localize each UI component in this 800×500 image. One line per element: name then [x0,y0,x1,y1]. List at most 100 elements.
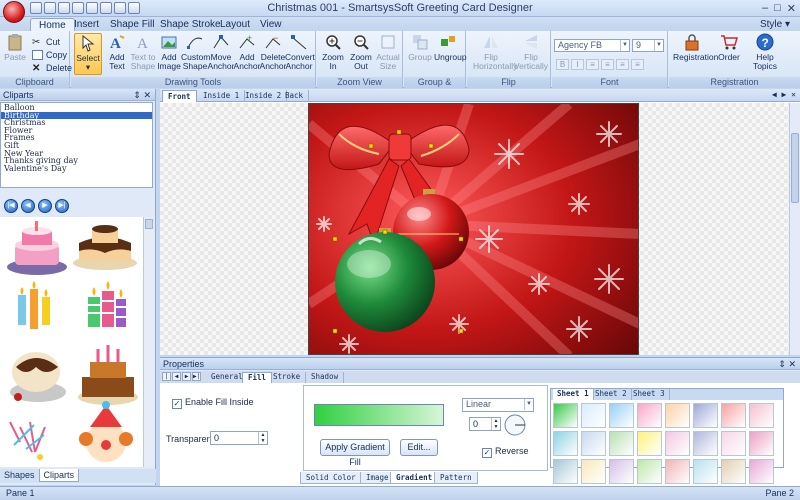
copy-button[interactable]: Copy [32,49,67,61]
tab-sheet-3[interactable]: Sheet 3 [629,389,670,400]
gradient-swatch[interactable] [721,459,746,484]
tab-cliparts[interactable]: Cliparts [38,469,80,482]
gradient-swatch[interactable] [581,403,606,428]
group-button[interactable]: Group [406,33,434,62]
delete-button[interactable]: ✕ Delete [32,62,72,74]
birthday-candles[interactable] [18,281,50,329]
move-anchor-button[interactable]: Move Anchor [207,33,235,71]
convert-anchor-button[interactable]: Convert Anchor [285,33,315,71]
greeting-card-canvas[interactable] [308,103,639,355]
align-left-button[interactable]: ≡ [586,59,599,70]
gradient-swatch[interactable] [721,403,746,428]
paste-button[interactable]: Paste [3,33,27,62]
select-button[interactable]: Select ▾ [74,33,102,75]
gradient-swatch[interactable] [553,403,578,428]
bold-button[interactable]: B [556,59,569,70]
order-button[interactable]: Order [715,33,743,62]
tab-inside-1[interactable]: Inside 1 [198,90,246,102]
gradient-swatch[interactable] [693,403,718,428]
tab-view[interactable]: View [252,18,290,32]
angle-dial[interactable] [504,414,526,436]
edit-gradient-button[interactable]: Edit... [400,439,438,456]
gradient-swatch[interactable] [665,459,690,484]
list-item[interactable]: Valentine's Day [1,164,152,173]
gradient-swatch[interactable] [749,459,774,484]
last-tab-icon[interactable]: ▶| [192,372,201,381]
canvas-vertical-scrollbar[interactable] [789,103,800,355]
gradient-swatch[interactable] [637,431,662,456]
align-center-button[interactable]: ≡ [601,59,614,70]
next-tab-icon[interactable]: ▶ [182,372,191,381]
zoom-out-button[interactable]: Zoom Out [347,33,375,71]
birthday-cake-pink[interactable] [7,221,67,275]
align-right-button[interactable]: ≡ [616,59,629,70]
gradient-swatch[interactable] [665,431,690,456]
style-menu[interactable]: Style ▾ [760,19,790,30]
apply-gradient-fill-button[interactable]: Apply Gradient Fill [320,439,390,467]
layered-cake-candles[interactable] [78,345,138,405]
gradient-swatch[interactable] [581,431,606,456]
zoom-in-button[interactable]: Zoom In [319,33,347,71]
tab-back[interactable]: Back [280,90,310,102]
help-topics-button[interactable]: ? Help Topics [747,33,783,71]
tab-gradient[interactable]: Gradient [390,472,439,484]
font-family-select[interactable]: Agency FB ▼ [554,39,630,52]
tab-pattern[interactable]: Pattern [434,472,478,484]
pin-close-icon[interactable]: ⇕ ✕ [133,89,151,101]
gradient-type-select[interactable]: Linear ▼ [462,398,534,412]
thumbnails-scrollbar[interactable] [143,217,154,467]
gradient-swatch[interactable] [637,403,662,428]
text-to-shape-button[interactable]: A Text to Shape [129,33,157,71]
tab-solid-color[interactable]: Solid Color [300,472,362,484]
gradient-swatch[interactable] [749,431,774,456]
add-image-button[interactable]: Add Image [155,33,183,71]
minimize-button[interactable]: – [762,2,768,15]
gradient-swatch[interactable] [721,431,746,456]
gradient-swatch[interactable] [609,431,634,456]
custom-shape-button[interactable]: Custom Shape [181,33,210,71]
gradient-swatch[interactable] [665,403,690,428]
tab-insert[interactable]: Insert [66,18,107,32]
gradient-swatch[interactable] [693,431,718,456]
tab-shapes[interactable]: Shapes [0,469,39,481]
justify-button[interactable]: ≡ [631,59,644,70]
previous-tab-icon[interactable]: ◀ [172,372,181,381]
flip-vertical-button[interactable]: Flip Vertically [513,33,549,71]
registration-button[interactable]: Registration [673,33,718,62]
close-icon[interactable]: ◀ ▶ ✕ [772,90,796,99]
colorful-confetti[interactable] [9,421,46,460]
add-text-button[interactable]: A Add Text [103,33,131,71]
add-anchor-button[interactable]: + Add Anchor [233,33,261,71]
spinner-icon[interactable]: ▲ ▼ [258,432,267,444]
italic-button[interactable]: I [571,59,584,70]
gradient-swatch[interactable] [553,431,578,456]
tab-stroke[interactable]: Stroke [268,372,307,383]
gradient-swatch[interactable] [749,403,774,428]
list-item[interactable]: Frames [1,134,152,142]
chocolate-cake-plate[interactable] [10,352,66,402]
tab-front[interactable]: Front [162,90,197,102]
pin-close-icon[interactable]: ⇕ ✕ [778,358,796,370]
tab-sheet-1[interactable]: Sheet 1 [553,389,594,400]
gradient-swatch[interactable] [609,403,634,428]
next-icon[interactable]: ▶ [38,199,52,213]
first-tab-icon[interactable]: |◀ [162,372,171,388]
delete-anchor-button[interactable]: − Delete Anchor [259,33,287,71]
gradient-swatch[interactable] [693,459,718,484]
angle-input[interactable]: 0 ▲ ▼ [469,417,501,431]
previous-icon[interactable]: ◀ [21,199,35,213]
close-button[interactable]: ✕ [787,2,796,15]
flip-horizontal-button[interactable]: Flip Horizontally [473,33,517,71]
font-size-select[interactable]: 9 ▼ [632,39,664,52]
tab-shadow[interactable]: Shadow [306,372,345,383]
clown-face[interactable] [79,401,133,462]
gradient-swatch[interactable] [637,459,662,484]
transparency-input[interactable]: 0 ▲ ▼ [210,431,268,445]
ungroup-button[interactable]: Ungroup [434,33,467,62]
reverse-checkbox[interactable]: ✓ Reverse [482,446,529,458]
first-icon[interactable]: |◀ [4,199,18,213]
spinner-icon[interactable]: ▲ ▼ [491,418,500,430]
last-icon[interactable]: ▶| [55,199,69,213]
cut-button[interactable]: ✂ Cut [32,36,60,48]
birthday-cake-chocolate[interactable] [73,225,137,270]
